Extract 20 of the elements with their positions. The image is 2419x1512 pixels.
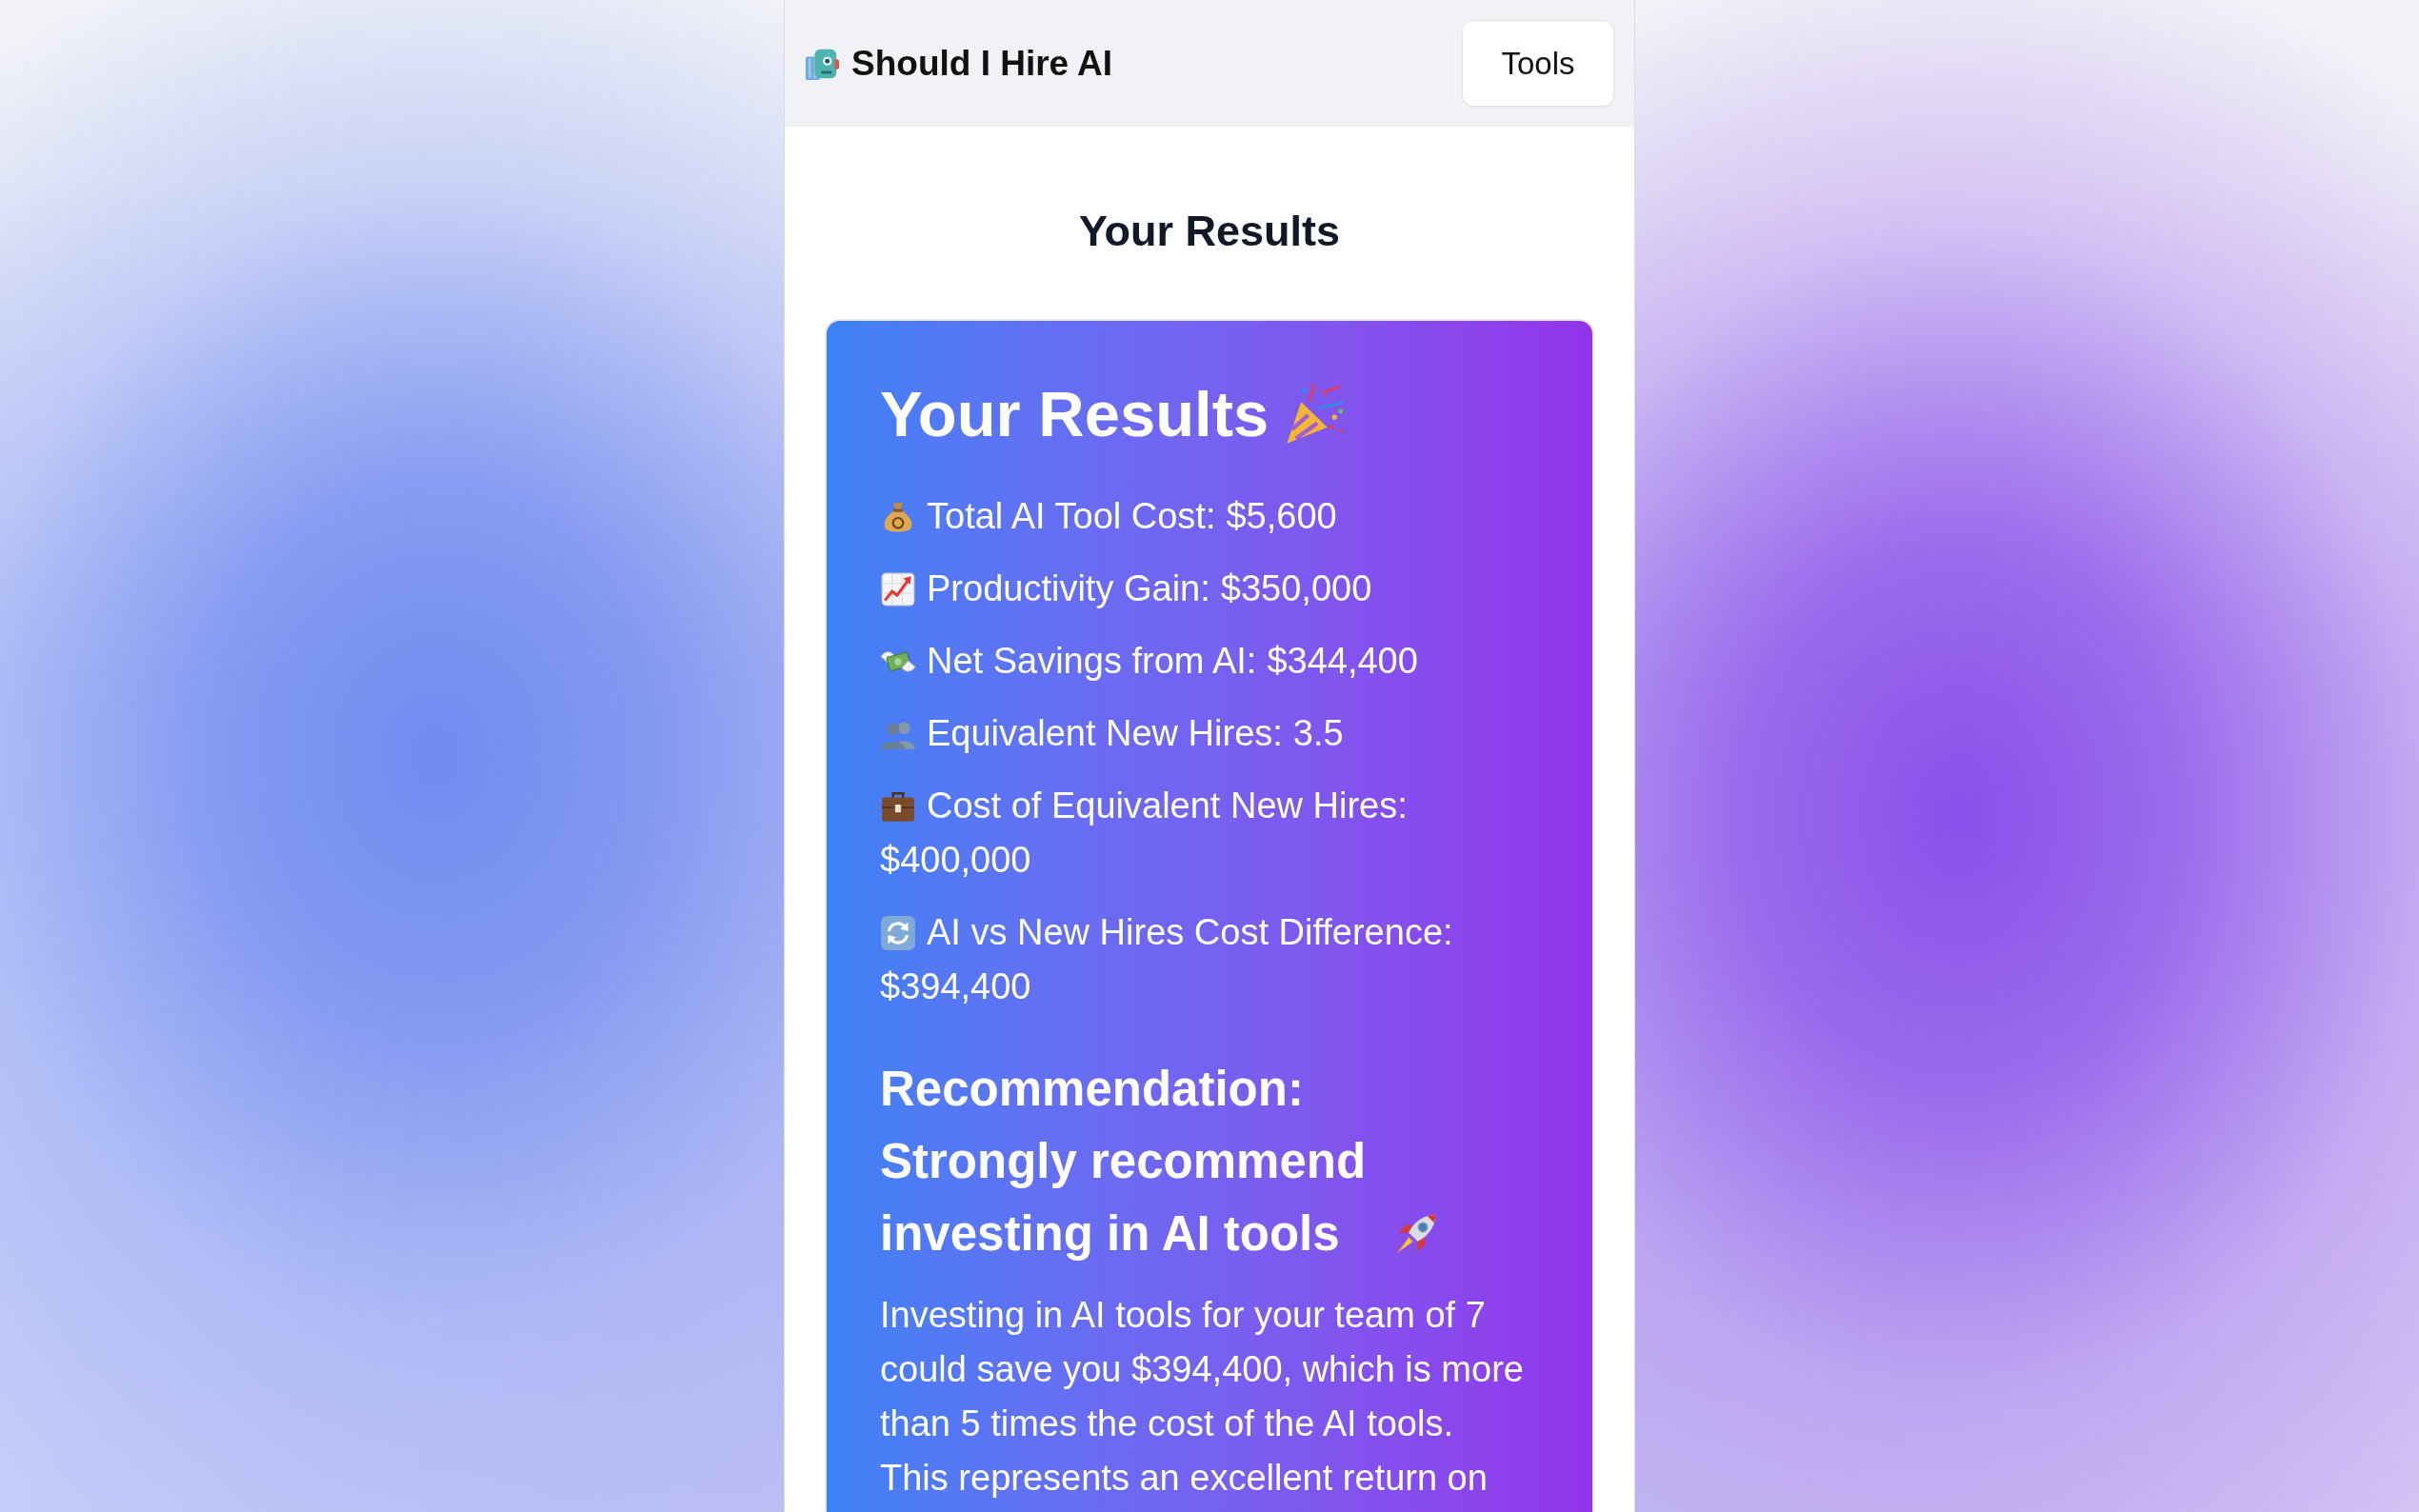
metric-label: Productivity Gain: <box>927 567 1210 610</box>
metric-value: $394,400 <box>880 965 1031 1008</box>
card-title: Your Results <box>880 377 1269 451</box>
page-title: Your Results <box>1078 206 1341 257</box>
metric-label: Net Savings from AI: <box>927 640 1257 683</box>
metric-value: $400,000 <box>880 839 1031 882</box>
metric-value: $344,400 <box>1267 640 1418 683</box>
recommendation-text: Investing in AI tools for your team of 7 could save you $394,400, which is more than 5 times the cost of the AI tools. This represents an excellent return on <box>880 1294 1525 1500</box>
tools-button[interactable]: Tools <box>1462 20 1614 107</box>
metric-label: Cost of Equivalent New Hires: <box>927 785 1408 827</box>
site-title: Should I Hire AI <box>851 46 1113 81</box>
metric-value: 3.5 <box>1292 712 1344 755</box>
metric-label: AI vs New Hires Cost Difference: <box>927 911 1453 954</box>
recommendation-heading: Recommendation: Strongly recommend investing in AI tools <box>880 1061 1368 1263</box>
refresh-icon <box>880 914 916 951</box>
metric-label: Equivalent New Hires: <box>927 712 1283 755</box>
line-chart-icon <box>880 570 916 607</box>
metric-value: $5,600 <box>1226 495 1337 538</box>
metric-label: Total AI Tool Cost: <box>927 495 1216 538</box>
metric-value: $350,000 <box>1220 567 1372 610</box>
